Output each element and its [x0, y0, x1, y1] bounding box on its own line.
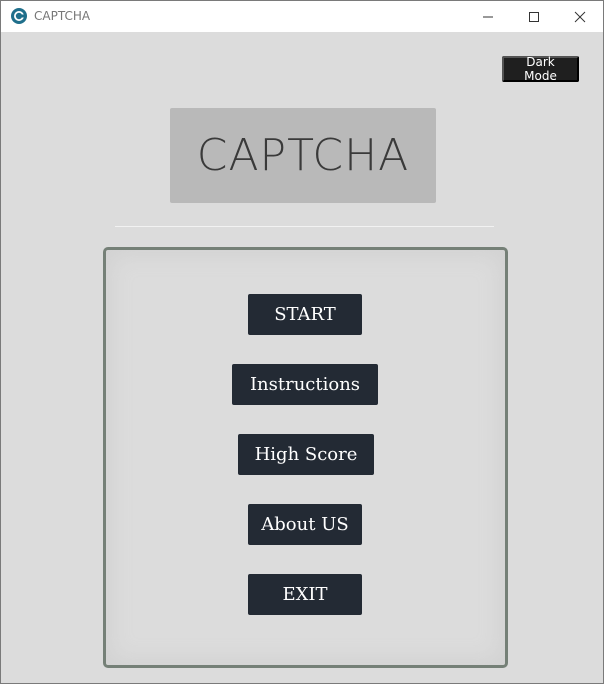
- maximize-icon: [529, 11, 539, 22]
- dark-mode-button[interactable]: Dark Mode: [502, 55, 579, 83]
- about-us-button[interactable]: About US: [248, 504, 362, 545]
- high-score-button[interactable]: High Score: [238, 434, 374, 475]
- logo-title: CAPTCHA: [196, 130, 410, 181]
- app-logo-icon: [11, 8, 27, 24]
- app-window: CAPTCHA Dark Mode CAPTCHA START Instruct…: [0, 0, 604, 684]
- window-title: CAPTCHA: [34, 9, 91, 23]
- minimize-icon: [483, 16, 493, 17]
- logo-banner: CAPTCHA: [170, 108, 436, 203]
- start-button[interactable]: START: [248, 294, 362, 335]
- instructions-button[interactable]: Instructions: [232, 364, 378, 405]
- title-bar[interactable]: CAPTCHA: [1, 1, 603, 32]
- divider: [115, 226, 494, 227]
- close-button[interactable]: [557, 1, 603, 32]
- exit-button[interactable]: EXIT: [248, 574, 362, 615]
- close-icon: [574, 11, 586, 22]
- minimize-button[interactable]: [465, 1, 511, 32]
- maximize-button[interactable]: [511, 1, 557, 32]
